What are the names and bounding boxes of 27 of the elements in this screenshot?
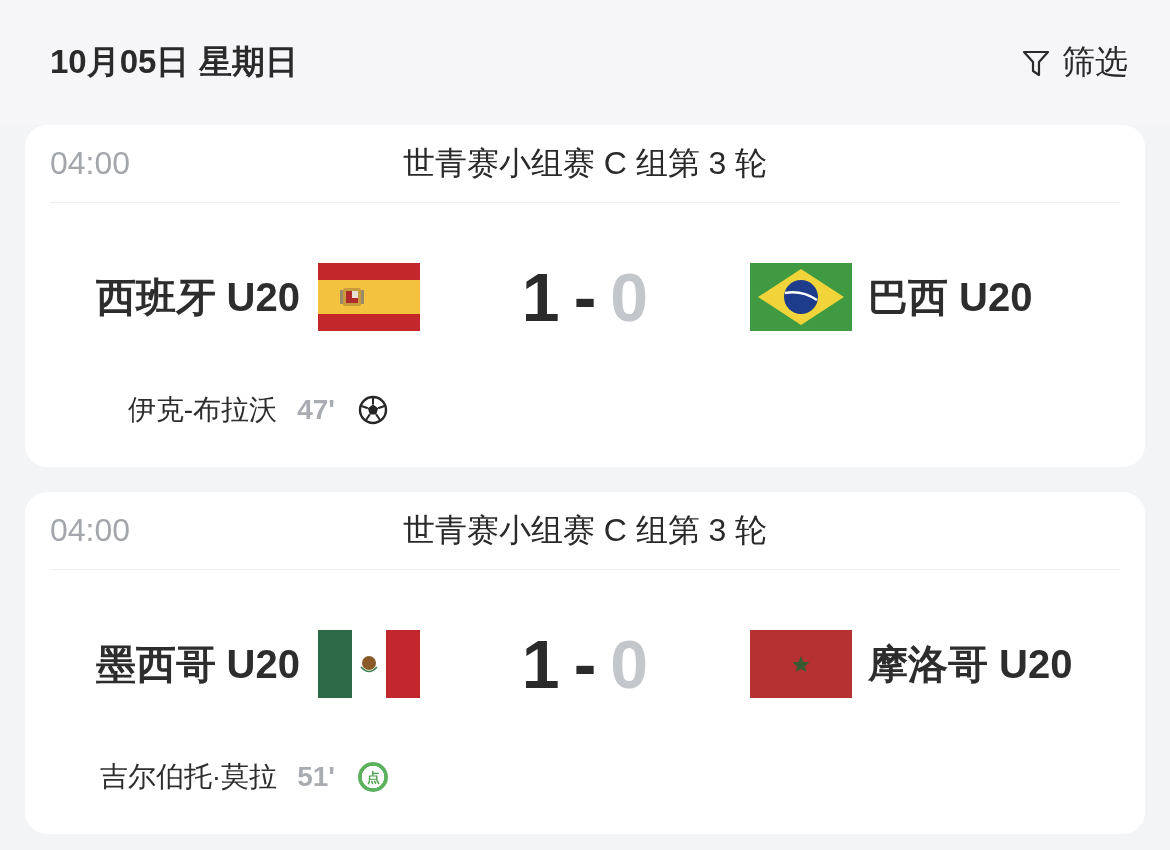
soccer-ball-icon	[358, 395, 388, 425]
filter-icon	[1022, 48, 1050, 77]
round-title: 世青赛小组赛 C 组第 3 轮	[402, 143, 768, 183]
scorer-name: 吉尔伯托·莫拉	[99, 760, 278, 794]
filter-button[interactable]: 筛选	[1022, 40, 1128, 85]
team-name: 西班牙 U20	[95, 273, 300, 321]
penalty-badge: 点	[358, 762, 388, 792]
team-name: 摩洛哥 U20	[868, 640, 1073, 688]
away-score: 0	[610, 630, 649, 698]
morocco-flag-icon	[750, 630, 852, 698]
spain-flag-icon	[318, 263, 420, 331]
home-score: 1	[521, 263, 560, 331]
team-name: 巴西 U20	[868, 273, 1033, 321]
kickoff-time: 04:00	[50, 145, 131, 182]
goal-minute: 47'	[297, 394, 335, 426]
score-separator: -	[573, 263, 597, 331]
scorer-name: 伊克-布拉沃	[127, 393, 278, 427]
date-label: 10月05日 星期日	[50, 42, 298, 82]
brazil-flag-icon	[750, 263, 852, 331]
team-name: 墨西哥 U20	[95, 640, 300, 688]
away-score: 0	[610, 263, 649, 331]
mexico-flag-icon	[318, 630, 420, 698]
kickoff-time: 04:00	[50, 512, 131, 549]
round-title: 世青赛小组赛 C 组第 3 轮	[402, 510, 768, 550]
goal-minute: 51'	[297, 761, 335, 793]
home-score: 1	[521, 630, 560, 698]
score-separator: -	[573, 630, 597, 698]
